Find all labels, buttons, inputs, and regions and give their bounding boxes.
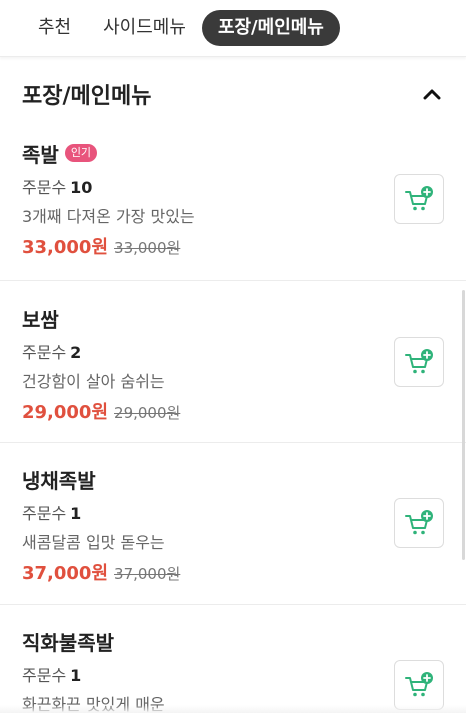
order-count-label: 주문수 [22, 343, 67, 362]
order-count-label: 주문수 [22, 178, 67, 197]
price-row: 33,000원 33,000원 [22, 233, 180, 259]
tab-side-menu[interactable]: 사이드메뉴 [87, 10, 202, 46]
tab-recommended[interactable]: 추천 [22, 10, 87, 46]
add-to-cart-button[interactable] [394, 498, 444, 548]
price-row: 37,000원 37,000원 [22, 559, 180, 585]
add-to-cart-button[interactable] [394, 337, 444, 387]
item-price: 37,000원 [22, 563, 109, 584]
cart-plus-icon [405, 672, 433, 697]
menu-item-fire-jokbal[interactable]: 직화불족발 주문수 1 화끈화끈 맛있게 매운 [0, 628, 466, 713]
original-price: 33,000원 [114, 239, 181, 257]
order-count-value: 1 [70, 666, 82, 685]
order-count: 주문수 1 [22, 500, 81, 524]
item-name: 족발 [22, 142, 59, 167]
menu-item-jokbal[interactable]: 족발 인기 주문수 10 3개째 다져온 가장 맛있는 33,000원 33,00… [0, 140, 466, 281]
cart-plus-icon [405, 186, 433, 211]
order-count-value: 2 [70, 343, 82, 362]
price-row: 29,000원 29,000원 [22, 398, 180, 424]
item-price: 29,000원 [22, 402, 109, 423]
bottom-edge [0, 705, 466, 713]
item-description: 3개째 다져온 가장 맛있는 [22, 207, 195, 226]
order-count-label: 주문수 [22, 504, 67, 523]
scrollbar[interactable] [462, 290, 465, 560]
section-header[interactable]: 포장/메인메뉴 [0, 62, 466, 126]
cart-plus-icon [405, 510, 433, 535]
item-name: 냉채족발 [22, 468, 96, 493]
item-name: 보쌈 [22, 307, 59, 332]
item-name-row: 냉채족발 [22, 466, 96, 493]
order-count: 주문수 1 [22, 662, 81, 686]
item-description: 건강함이 살아 숨쉬는 [22, 372, 165, 391]
tab-takeout-main-menu[interactable]: 포장/메인메뉴 [201, 10, 340, 46]
item-name-row: 족발 인기 [22, 140, 98, 167]
item-name-row: 직화불족발 [22, 628, 114, 655]
cart-plus-icon [405, 349, 433, 374]
section-title: 포장/메인메뉴 [22, 84, 152, 109]
add-to-cart-button[interactable] [394, 174, 444, 224]
item-description: 새콤달콤 입맛 돋우는 [22, 533, 165, 552]
popular-badge: 인기 [64, 144, 98, 162]
order-count: 주문수 10 [22, 174, 92, 198]
add-to-cart-button[interactable] [394, 660, 444, 710]
original-price: 29,000원 [114, 404, 181, 422]
chevron-up-icon[interactable] [420, 82, 444, 106]
menu-item-bossam[interactable]: 보쌈 주문수 2 건강함이 살아 숨쉬는 29,000원 29,000원 [0, 305, 466, 443]
order-count-label: 주문수 [22, 666, 67, 685]
item-name: 직화불족발 [22, 630, 114, 655]
order-count-value: 10 [70, 178, 93, 197]
item-name-row: 보쌈 [22, 305, 59, 332]
category-tab-bar: 추천 사이드메뉴 포장/메인메뉴 [0, 0, 466, 57]
original-price: 37,000원 [114, 565, 181, 583]
menu-item-cold-jokbal[interactable]: 냉채족발 주문수 1 새콤달콤 입맛 돋우는 37,000원 37,000원 [0, 466, 466, 605]
order-count-value: 1 [70, 504, 82, 523]
order-count: 주문수 2 [22, 339, 81, 363]
item-price: 33,000원 [22, 237, 109, 258]
